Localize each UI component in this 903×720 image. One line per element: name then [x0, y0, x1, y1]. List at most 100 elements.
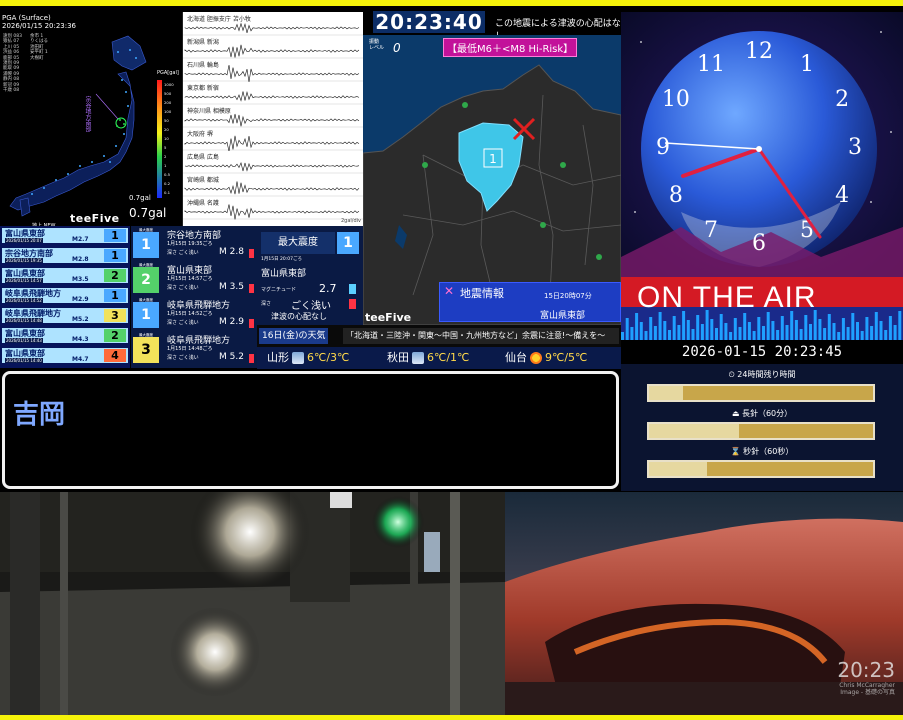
progress-fill	[649, 424, 739, 438]
minute-hand	[757, 147, 822, 239]
caption-name: 吉岡	[13, 400, 66, 430]
shindo-badge: 3	[133, 337, 159, 363]
risk-badge: 【最低M6＋<M8 Hi-Risk】	[443, 38, 578, 57]
eq-magnitude: M2.7	[72, 236, 89, 243]
waveform-row: 新潟県 新潟	[183, 37, 363, 59]
eq-datetime: 2026/01/15 14:40	[5, 358, 43, 363]
earthquake-list-item: 富山県東部 2026/01/15 14:40 M4.7 4	[2, 348, 128, 363]
station-list-right: 余市 1 りくはる 池田町 安平町 1 大樹町	[30, 34, 60, 61]
gal-value-small: 0.7gal	[129, 194, 151, 202]
epicenter-region-label: 宗谷地方南部	[84, 96, 91, 132]
street-camera-feed	[0, 492, 505, 715]
eq-shindo-badge: 1	[104, 249, 126, 262]
eq-datetime: 1月15日 14:48ごろ	[167, 346, 213, 352]
earthquake-detail-list: 最大震度 1 宗谷地方南部 1月15日 19:35ごろ 深さ ごく浅い M 2.8 最大震度…	[131, 226, 257, 368]
datetime-stamp: 2026-01-15 20:23:45	[621, 340, 903, 364]
hour-hand	[681, 147, 761, 178]
eq-magnitude: M4.3	[72, 336, 89, 343]
magnitude-bar	[249, 319, 254, 328]
eq-depth: 深さ ごく浅い	[167, 320, 199, 326]
eq-magnitude: M5.2	[72, 316, 89, 323]
waveform-row: 神奈川県 相模原	[183, 106, 363, 128]
legend-tick: 0.5	[164, 172, 171, 177]
waveform-row: 広島県 広島	[183, 152, 363, 174]
waveform-station-label: 広島県 広島	[187, 154, 219, 161]
analog-clock-panel: 1 2 3 4 5 6 7 8 9 10 11 12	[621, 12, 903, 277]
earthquake-detail-item: 最大震度 1 宗谷地方南部 1月15日 19:35ごろ 深さ ごく浅い M 2.8	[133, 228, 255, 261]
credit-line: Image - 基礎の写真	[840, 689, 895, 696]
earthquake-list-item: 富山県東部 2026/01/15 14:43 M4.3 2	[2, 328, 128, 343]
gal-value: 0.7gal	[129, 206, 167, 220]
weather-item: 仙台 9℃/5℃	[505, 347, 587, 369]
depth-indicator	[349, 299, 356, 309]
eq-datetime: 2026/01/15 14:52	[5, 298, 43, 303]
eq-shindo-badge: 1	[104, 229, 126, 242]
legend-tick: 5	[164, 145, 167, 150]
waveform-row: 東京都 新宿	[183, 83, 363, 105]
waveform-unit: 2gal/div	[341, 218, 362, 224]
waveform-station-label: 東京都 新宿	[187, 85, 219, 92]
magnitude-label: マグニチュード	[261, 287, 297, 293]
waveform-station-label: 宮崎県 都城	[187, 177, 219, 184]
clock-hands	[664, 142, 822, 239]
latest-earthquake-panel: 最大震度 1 1月15日 20:07ごろ 富山県東部 マグニチュード 2.7 深…	[257, 226, 363, 324]
pga-legend-ticks: 1000 500 200 100 50 20 10 5 2 1 0.5 0.2 …	[164, 80, 174, 197]
eq-datetime: 1月15日 14:57ごろ	[167, 276, 213, 282]
progress-bar-24h	[647, 384, 875, 402]
progress-bar-minute	[647, 422, 875, 440]
earthquake-list-item: 宗谷地方南部 2026/01/15 19:35 M2.8 1	[2, 248, 128, 263]
legend-tick: 20	[164, 127, 169, 132]
cloud-snow-icon	[412, 352, 424, 364]
magnitude-indicator	[349, 284, 356, 294]
eq-datetime: 1月15日 19:35ごろ	[167, 241, 213, 247]
magnitude-value: 2.7	[319, 282, 337, 295]
legend-tick: 1000	[164, 82, 174, 87]
depth-label: 深さ	[261, 301, 272, 307]
eq-info-time: 15日20時07分	[544, 292, 592, 300]
legend-tick: 50	[164, 118, 169, 123]
waveform-row: 北海道 胆振支庁 苫小牧	[183, 14, 363, 36]
current-time: 20:23:40	[373, 11, 485, 33]
eq-magnitude: M2.8	[72, 256, 89, 263]
eq-datetime: 2026/01/15 14:48	[5, 318, 43, 323]
station-list-item: 千歳 08	[3, 88, 20, 94]
on-air-text: ON THE AIR	[637, 281, 817, 314]
progress-label: ⌛ 秒針（60秒）	[730, 447, 794, 456]
level-label: レベル	[369, 45, 385, 51]
broadcast-screen: PGA (Surface) 2026/01/15 20:23:36 遠別 083 …	[0, 0, 903, 720]
waveform-station-label: 新潟県 新潟	[187, 39, 219, 46]
caption-box: 吉岡	[2, 371, 619, 489]
magnitude-bar	[249, 249, 254, 258]
progress-label-text: 24時間残り時間	[737, 370, 796, 379]
brand-logo: teeFive	[365, 311, 412, 324]
legend-tick: 0.1	[164, 190, 171, 195]
tsunami-status: 津波の心配なし	[257, 311, 363, 325]
eq-info-region: 富山県東部	[540, 311, 586, 321]
weather-bar: 山形 6℃/3℃ 秋田 6℃/1℃ 仙台 9℃/5℃	[257, 347, 621, 369]
earthquake-detail-item: 最大震度 1 岐阜県飛騨地方 1月15日 14:52ごろ 深さ ごく浅い M 2.9	[133, 298, 255, 331]
earthquake-detail-item: 最大震度 3 岐阜県飛騨地方 1月15日 14:48ごろ 深さ ごく浅い M 5.2	[133, 333, 255, 366]
eq-magnitude: M2.9	[72, 296, 89, 303]
depth-value: ごく浅い	[291, 301, 331, 312]
weather-item: 秋田 6℃/1℃	[387, 347, 469, 369]
weather-temp: 6℃/1℃	[427, 351, 470, 364]
waveform-panel: 北海道 胆振支庁 苫小牧 新潟県 新潟 石川県 輪島 東京都 新宿 神奈川県 相模原 大阪…	[183, 12, 363, 226]
progress-bar-second	[647, 460, 875, 478]
eq-depth: 深さ ごく浅い	[167, 250, 199, 256]
eq-shindo-badge: 2	[104, 269, 126, 282]
credit-line: Chris McCarragher	[839, 682, 895, 689]
legend-tick: 100	[164, 109, 172, 114]
progress-label: ⏏ 長針（60分）	[731, 409, 793, 418]
magnitude-bar	[249, 354, 254, 363]
shindo-badge: 1	[133, 302, 159, 328]
time-progress-panel: ⏲ 24時間残り時間 ⏏ 長針（60分） ⌛ 秒針（60秒）	[621, 364, 903, 491]
eq-datetime: 2026/01/15 14:57	[5, 278, 43, 283]
eq-magnitude: M3.5	[72, 276, 89, 283]
legend-tick: 500	[164, 91, 172, 96]
legend-title: PGA[gal]	[157, 70, 179, 76]
magnitude-bar	[249, 284, 254, 293]
weather-city: 秋田	[387, 351, 409, 364]
shake-level-label: 振動 レベル	[369, 39, 384, 51]
weather-temp: 6℃/3℃	[307, 351, 350, 364]
waveform-row: 石川県 輪島	[183, 60, 363, 83]
